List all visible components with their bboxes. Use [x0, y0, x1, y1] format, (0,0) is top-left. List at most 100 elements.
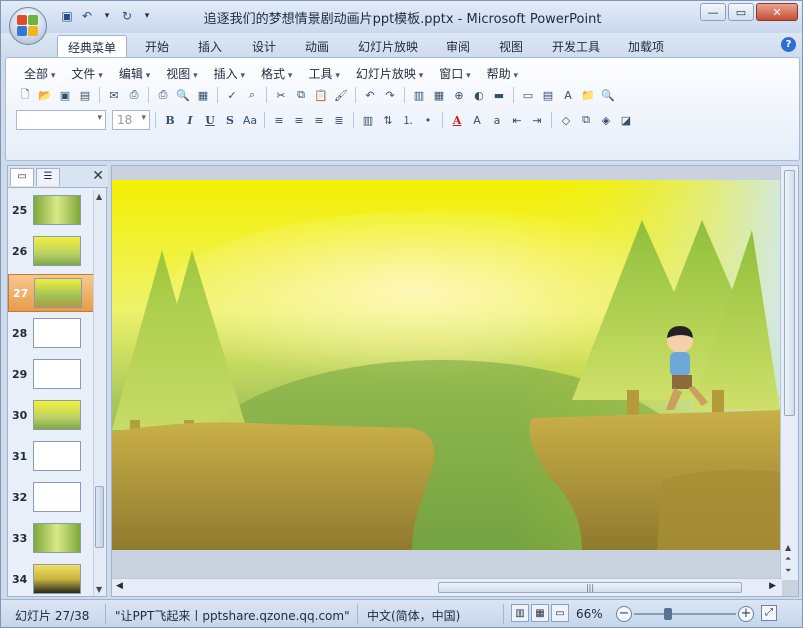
undo-icon[interactable]: ↶: [361, 86, 379, 104]
scroll-thumb[interactable]: [95, 486, 104, 548]
spelling-icon[interactable]: ✓: [223, 86, 241, 104]
publish-icon[interactable]: ⎙: [125, 86, 143, 104]
increase-indent-icon[interactable]: ⇥: [528, 111, 546, 129]
close-panel-icon[interactable]: ✕: [92, 168, 104, 184]
slide-thumbnail-29[interactable]: 29: [8, 356, 96, 394]
shrink-font-icon[interactable]: a: [488, 111, 506, 129]
font-size-combo[interactable]: 18: [112, 110, 150, 130]
previous-slide-icon[interactable]: ⏶: [785, 554, 791, 564]
font-name-combo[interactable]: [16, 110, 106, 130]
slide-thumbnail-26[interactable]: 26: [8, 233, 96, 271]
language-indicator[interactable]: 中文(简体，中国): [367, 607, 460, 624]
theme-name[interactable]: "让PPT飞起来丨pptshare.qzone.qq.com": [115, 607, 350, 624]
slide-horizontal-scrollbar[interactable]: ◀ ||| ▶: [112, 578, 782, 596]
tab-insert[interactable]: 插入: [188, 35, 232, 57]
slide-thumbnail-33[interactable]: 33: [8, 520, 96, 558]
folder-icon[interactable]: 📁: [579, 86, 597, 104]
panel-scrollbar[interactable]: ▲ ▼: [93, 190, 105, 596]
table-icon[interactable]: ▦: [430, 86, 448, 104]
paste-icon[interactable]: 📋: [312, 86, 330, 104]
fill-icon[interactable]: ◪: [617, 111, 635, 129]
tab-addins[interactable]: 加载项: [618, 35, 674, 57]
zoom-out-icon[interactable]: −: [616, 606, 632, 622]
menu-slideshow[interactable]: 幻灯片放映: [348, 63, 431, 83]
zoom-in-icon[interactable]: +: [738, 606, 754, 622]
open-icon[interactable]: 📂: [36, 86, 54, 104]
zoom-knob[interactable]: [663, 608, 672, 620]
color-grayscale-icon[interactable]: ◐: [470, 86, 488, 104]
vertical-scroll-thumb[interactable]: [784, 170, 795, 416]
slide-thumbnail-30[interactable]: 30: [8, 397, 96, 435]
text-direction-icon[interactable]: ⇅: [379, 111, 397, 129]
grow-font-icon[interactable]: A: [468, 111, 486, 129]
shapes-icon[interactable]: ◇: [557, 111, 575, 129]
menu-all[interactable]: 全部: [16, 63, 63, 83]
columns-icon[interactable]: ▥: [359, 111, 377, 129]
hyperlink-icon[interactable]: ⊕: [450, 86, 468, 104]
shadow-button[interactable]: S: [221, 111, 239, 129]
next-slide-icon[interactable]: ⏷: [785, 566, 791, 576]
permission-icon[interactable]: ▤: [76, 86, 94, 104]
format-painter-icon[interactable]: 🖌: [332, 86, 350, 104]
tab-review[interactable]: 审阅: [436, 35, 480, 57]
menu-format[interactable]: 格式: [253, 63, 300, 83]
align-right-icon[interactable]: ≡: [310, 111, 328, 129]
tab-developer[interactable]: 开发工具: [542, 35, 610, 57]
menu-insert[interactable]: 插入: [206, 63, 253, 83]
slide-thumbnail-28[interactable]: 28: [8, 315, 96, 353]
scroll-left-icon[interactable]: ◀: [116, 581, 123, 591]
tab-home[interactable]: 开始: [135, 35, 179, 57]
menu-tools[interactable]: 工具: [300, 63, 347, 83]
tab-design[interactable]: 设计: [242, 35, 286, 57]
tab-classic-menu[interactable]: 经典菜单: [57, 35, 128, 57]
menu-window[interactable]: 窗口: [431, 63, 478, 83]
cut-icon[interactable]: ✂: [272, 86, 290, 104]
horizontal-scroll-thumb[interactable]: |||: [438, 582, 742, 593]
chart-icon[interactable]: ▥: [410, 86, 428, 104]
copy-icon[interactable]: ⧉: [292, 86, 310, 104]
tab-view[interactable]: 视图: [489, 35, 533, 57]
quick-styles-icon[interactable]: ◈: [597, 111, 615, 129]
menu-view[interactable]: 视图: [158, 63, 205, 83]
align-left-icon[interactable]: ≡: [270, 111, 288, 129]
decrease-indent-icon[interactable]: ⇤: [508, 111, 526, 129]
fit-to-window-icon[interactable]: ⤢: [761, 605, 777, 621]
italic-button[interactable]: I: [181, 111, 199, 129]
align-center-icon[interactable]: ≡: [290, 111, 308, 129]
font-color-button[interactable]: A: [448, 111, 466, 129]
arrange-icon[interactable]: ⧉: [577, 111, 595, 129]
print-icon[interactable]: ⎙: [154, 86, 172, 104]
office-button[interactable]: [9, 7, 47, 45]
underline-button[interactable]: U: [201, 111, 219, 129]
menu-help[interactable]: 帮助: [479, 63, 526, 83]
print-preview-icon[interactable]: 🔍: [174, 86, 192, 104]
tab-slideshow[interactable]: 幻灯片放映: [348, 35, 428, 57]
numbering-icon[interactable]: ⒈: [399, 111, 417, 129]
zoom-slider[interactable]: − +: [616, 606, 754, 622]
bold-button[interactable]: B: [161, 111, 179, 129]
tab-animations[interactable]: 动画: [295, 35, 339, 57]
slide-thumbnail-27[interactable]: 27: [8, 274, 96, 312]
grid-icon[interactable]: ▦: [194, 86, 212, 104]
scroll-down-icon[interactable]: ▼: [96, 585, 102, 594]
show-hide-icon[interactable]: ▬: [490, 86, 508, 104]
menu-edit[interactable]: 编辑: [111, 63, 158, 83]
help-icon[interactable]: ?: [781, 37, 796, 52]
new-icon[interactable]: 🗋: [16, 86, 34, 104]
research-icon[interactable]: ⌕: [243, 86, 261, 104]
minimize-button[interactable]: —: [700, 3, 726, 21]
scroll-up-icon[interactable]: ▲: [96, 192, 102, 201]
bullets-icon[interactable]: •: [419, 111, 437, 129]
outline-tab-icon[interactable]: ☰: [36, 168, 60, 186]
save-icon[interactable]: ▣: [56, 86, 74, 104]
scroll-right-icon[interactable]: ▶: [769, 581, 776, 591]
justify-icon[interactable]: ≣: [330, 111, 348, 129]
menu-file[interactable]: 文件: [63, 63, 110, 83]
current-slide[interactable]: [112, 180, 780, 550]
slides-tab-icon[interactable]: ▭: [10, 168, 34, 186]
slide-thumbnail-34[interactable]: 34: [8, 561, 96, 596]
email-icon[interactable]: ✉: [105, 86, 123, 104]
slide-thumbnail-31[interactable]: 31: [8, 438, 96, 476]
slideshow-view-icon[interactable]: ▭: [551, 604, 569, 622]
slide-sorter-icon[interactable]: ▦: [531, 604, 549, 622]
